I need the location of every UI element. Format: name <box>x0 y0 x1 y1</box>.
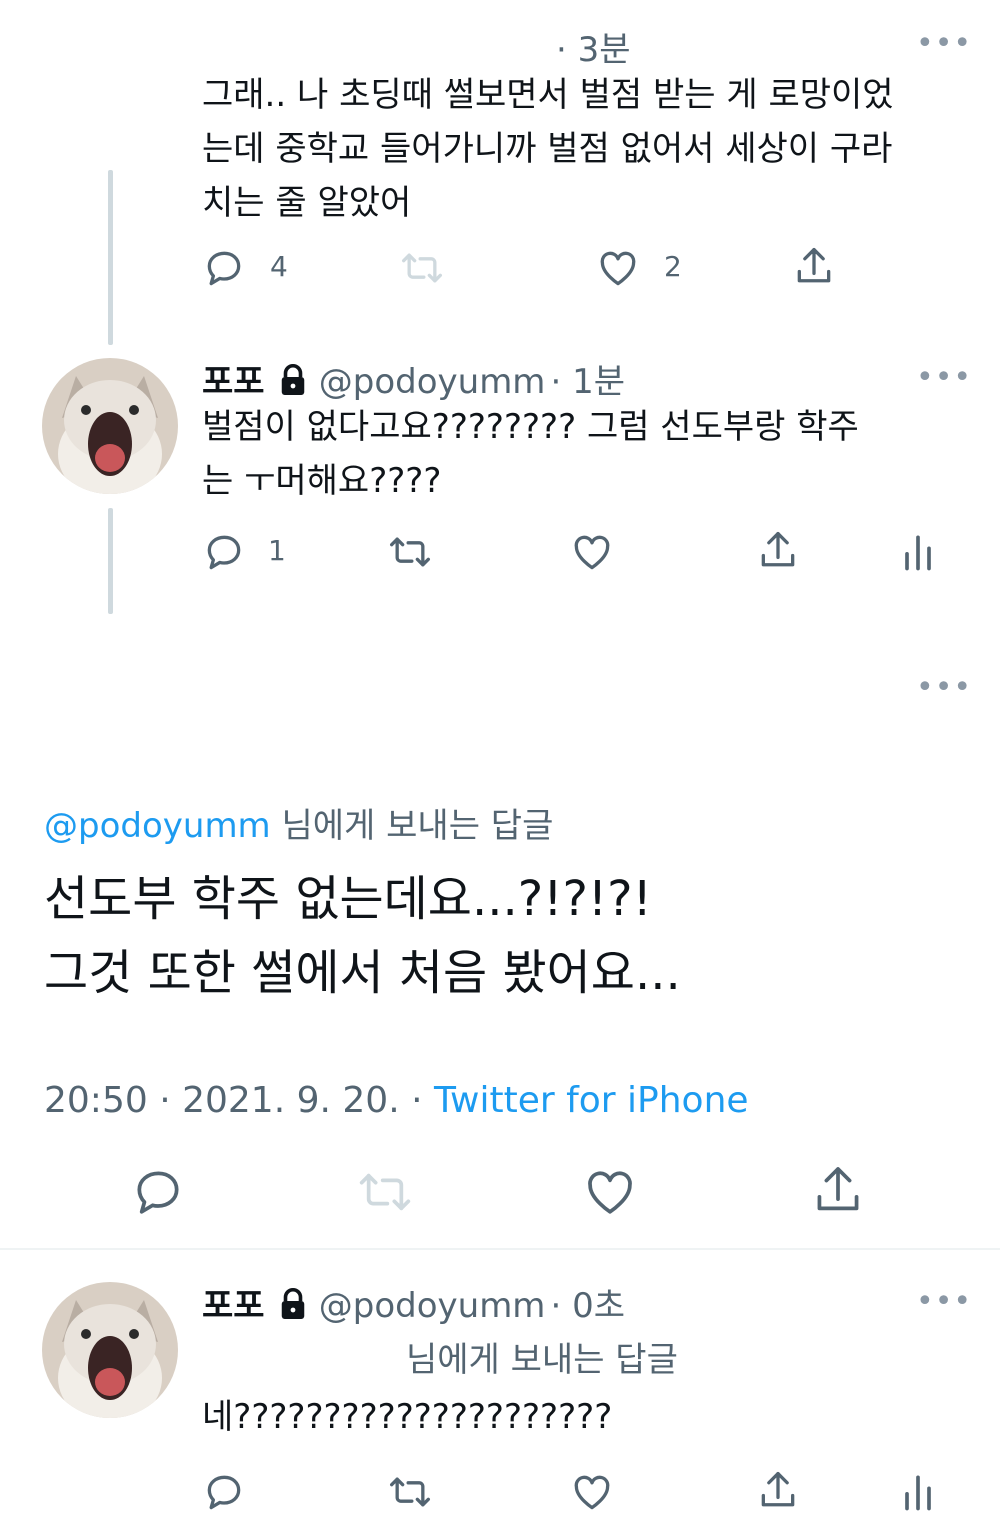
lock-icon <box>281 364 304 395</box>
tweet-date[interactable]: 2021. 9. 20. <box>182 1080 400 1121</box>
thread-line <box>108 508 113 614</box>
tweet-text: 그래.. 나 초딩때 썰보면서 벌점 받는 게 로망이었 는데 중학교 들어가니… <box>202 75 894 223</box>
share-icon[interactable] <box>810 1162 866 1220</box>
avatar[interactable] <box>42 1282 178 1418</box>
more-options-icon[interactable]: ••• <box>916 1284 972 1319</box>
reply-icon[interactable] <box>202 530 246 574</box>
handle[interactable]: @podoyumm <box>319 362 546 402</box>
reply-to-line: @podoyumm 님에게 보내는 답글 <box>44 798 553 847</box>
tweet-header: 포포 @podoyumm · 1분 <box>202 354 625 403</box>
divider <box>0 1248 1000 1250</box>
more-options-icon[interactable]: ••• <box>916 360 972 395</box>
share-icon[interactable] <box>792 244 836 290</box>
display-name[interactable]: 포포 <box>202 1286 265 1326</box>
tweet-time: · 1분 <box>550 362 626 402</box>
tweet-time: · 0초 <box>550 1286 626 1326</box>
tweet-header: 포포 @podoyumm · 0초 <box>202 1278 625 1327</box>
handle[interactable]: @podoyumm <box>319 1286 546 1326</box>
analytics-icon[interactable] <box>900 1470 936 1514</box>
like-icon[interactable] <box>570 1470 614 1514</box>
reply-count: 1 <box>268 534 286 567</box>
reply-icon[interactable] <box>202 246 246 290</box>
tweet-text: 네????????????????????? <box>202 1397 613 1437</box>
tweet-time: · 3분 <box>556 30 631 70</box>
analytics-icon[interactable] <box>900 530 936 574</box>
tweet-source[interactable]: Twitter for iPhone <box>434 1080 749 1121</box>
retweet-icon[interactable] <box>386 530 434 574</box>
cat-avatar-image <box>42 1282 178 1418</box>
thread-line <box>108 170 113 345</box>
reply-icon[interactable] <box>130 1164 186 1220</box>
reply-to-label: 님에게 보내는 답글 <box>406 1340 678 1380</box>
like-icon[interactable] <box>570 530 614 574</box>
tweet-text: 벌점이 없다고요???????? 그럼 선도부랑 학주 는 ㅜ머해요???? <box>202 407 859 501</box>
tweet-timestamp-line: 20:50 · 2021. 9. 20. · Twitter for iPhon… <box>44 1080 749 1121</box>
share-icon[interactable] <box>756 1468 800 1514</box>
display-name[interactable]: 포포 <box>202 362 265 402</box>
lock-icon <box>281 1288 304 1319</box>
reply-icon[interactable] <box>202 1470 246 1514</box>
retweet-icon <box>402 253 442 283</box>
like-icon[interactable] <box>596 246 640 290</box>
reply-count: 4 <box>270 250 288 283</box>
retweet-icon <box>359 1173 411 1211</box>
reply-to-label: 님에게 보내는 답글 <box>270 806 554 846</box>
more-options-icon[interactable]: ••• <box>916 670 972 705</box>
more-options-icon[interactable]: ••• <box>916 26 972 61</box>
tweet-time[interactable]: 20:50 <box>44 1080 148 1121</box>
share-icon[interactable] <box>756 528 800 574</box>
avatar[interactable] <box>42 358 178 494</box>
main-tweet-text: 선도부 학주 없는데요...?!?!?! 그것 또한 썰에서 처음 봤어요... <box>44 871 681 1001</box>
reply-to-handle[interactable]: @podoyumm <box>44 806 271 846</box>
cat-avatar-image <box>42 358 178 494</box>
like-icon[interactable] <box>582 1164 638 1220</box>
like-count: 2 <box>664 250 682 283</box>
retweet-icon[interactable] <box>386 1470 434 1514</box>
